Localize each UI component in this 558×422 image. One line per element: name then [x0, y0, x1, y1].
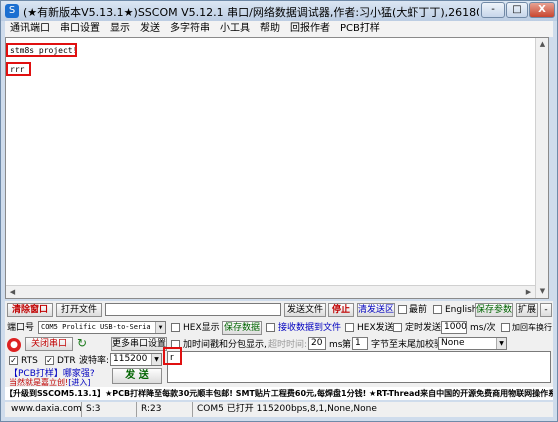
chevron-down-icon[interactable]: ▼	[155, 322, 165, 333]
menu-multi-string[interactable]: 多字符串	[165, 21, 215, 36]
minimize-button[interactable]: -	[481, 2, 505, 18]
timeout-label: 超时时间:	[268, 340, 308, 350]
stop-button[interactable]: 停止	[328, 303, 354, 317]
interval-input[interactable]: 1000	[441, 321, 467, 334]
checksum-value: None	[441, 338, 465, 348]
promo-text: 当然就是嘉立创!	[9, 378, 69, 387]
highlight-box	[6, 43, 77, 57]
baud-select[interactable]: 115200 ▼	[110, 353, 162, 366]
timestamp-label: 加时间戳和分包显示,	[183, 340, 267, 350]
scroll-down-icon[interactable]: ▼	[536, 285, 549, 298]
status-bar: www.daxia.com S:3 R:23 COM5 已打开 115200bp…	[5, 402, 553, 417]
interval-unit: ms/次	[470, 323, 496, 333]
record-icon: ●	[7, 338, 21, 352]
dtr-checkbox[interactable]: ✓	[45, 356, 54, 365]
close-button[interactable]: X	[529, 2, 555, 18]
hex-display-checkbox[interactable]	[171, 323, 180, 332]
hex-display-label: HEX显示	[183, 323, 220, 333]
open-file-button[interactable]: 打开文件	[56, 303, 102, 317]
maximize-button[interactable]: □	[506, 2, 528, 18]
timeout-unit: ms	[329, 340, 343, 350]
status-website[interactable]: www.daxia.com	[7, 402, 82, 417]
status-received: R:23	[136, 402, 161, 417]
control-panel: 清除窗口 打开文件 发送文件 停止 清发送区 最前 English 保存参数 扩…	[5, 301, 553, 387]
hex-send-label: HEX发送	[357, 323, 394, 333]
title-bar[interactable]: S (★有新版本V5.13.1★)SSCOM V5.12.1 串口/网络数据调试…	[1, 1, 557, 21]
serial-app-icon: S	[5, 4, 19, 18]
status-port: COM5 已打开 115200bps,8,1,None,None	[192, 402, 377, 417]
scroll-up-icon[interactable]: ▲	[536, 38, 549, 51]
add-crlf-label: 加回车换行	[512, 323, 552, 332]
dtr-label: DTR	[57, 356, 76, 366]
window-title: (★有新版本V5.13.1★)SSCOM V5.12.1 串口/网络数据调试器,…	[23, 6, 479, 19]
refresh-icon[interactable]: ↻	[77, 337, 87, 349]
chevron-down-icon[interactable]: ▼	[496, 338, 506, 349]
checksum-label: 字节至末尾加校验:	[371, 340, 447, 350]
highlight-box	[6, 62, 31, 76]
menu-feedback[interactable]: 回报作者	[285, 21, 335, 36]
byte-no-input[interactable]: 1	[352, 337, 368, 350]
send-input[interactable]: r	[167, 351, 551, 383]
port-value: COM5 Prolific USB-to-Seria	[41, 323, 151, 331]
port-select[interactable]: COM5 Prolific USB-to-Seria ▼	[38, 321, 166, 334]
menu-serial-settings[interactable]: 串口设置	[55, 21, 105, 36]
scroll-right-icon[interactable]: ▶	[522, 286, 535, 299]
rts-label: RTS	[21, 356, 38, 366]
menu-display[interactable]: 显示	[105, 21, 135, 36]
send-file-button[interactable]: 发送文件	[284, 303, 326, 317]
chevron-down-icon[interactable]: ▼	[151, 354, 161, 365]
add-crlf-checkbox[interactable]	[501, 323, 510, 332]
receive-area[interactable]: stm8s project! rrr ▲ ▼ ◀ ▶	[5, 37, 549, 299]
promo-line2[interactable]: 当然就是嘉立创![进入]	[9, 378, 90, 387]
menu-bar: 通讯端口 串口设置 显示 发送 多字符串 小工具 帮助 回报作者 PCB打样	[5, 21, 553, 37]
clear-window-button[interactable]: 清除窗口	[7, 303, 53, 317]
sscom-window: S (★有新版本V5.13.1★)SSCOM V5.12.1 串口/网络数据调试…	[0, 0, 558, 422]
file-path-input[interactable]	[105, 303, 281, 316]
timed-send-label: 定时发送:	[405, 323, 445, 333]
more-settings-button[interactable]: 更多串口设置	[111, 337, 167, 351]
horizontal-scrollbar[interactable]: ◀ ▶	[6, 285, 535, 298]
topmost-label: 最前	[409, 305, 428, 315]
english-label: English	[445, 305, 478, 315]
english-checkbox[interactable]	[433, 305, 442, 314]
menu-tools[interactable]: 小工具	[215, 21, 255, 36]
baud-value: 115200	[113, 354, 148, 364]
menu-pcb[interactable]: PCB打样	[335, 21, 385, 36]
vertical-scrollbar[interactable]: ▲ ▼	[535, 38, 548, 298]
menu-comm-port[interactable]: 通讯端口	[5, 21, 55, 36]
recv-to-file-label: 接收数据到文件	[278, 323, 342, 333]
clear-send-button[interactable]: 清发送区	[357, 303, 395, 317]
byte-no-label: 第	[342, 340, 352, 350]
timed-send-checkbox[interactable]	[393, 323, 402, 332]
topmost-checkbox[interactable]	[398, 305, 407, 314]
timeout-input[interactable]: 20	[308, 337, 326, 350]
expand-button[interactable]: 扩展	[516, 303, 538, 317]
highlight-box	[163, 347, 182, 365]
save-params-button[interactable]: 保存参数	[475, 303, 513, 317]
baud-label: 波特率:	[79, 356, 110, 366]
status-sent: S:3	[81, 402, 100, 417]
save-data-button[interactable]: 保存数据	[222, 321, 262, 335]
news-ticker[interactable]: 【升级到SSCOM5.13.1】★PCB打样降至每款30元顺丰包邮! SMT贴片…	[5, 387, 553, 400]
menu-send[interactable]: 发送	[135, 21, 165, 36]
collapse-button[interactable]: -	[540, 303, 552, 317]
hex-send-checkbox[interactable]	[345, 323, 354, 332]
recv-to-file-checkbox[interactable]	[266, 323, 275, 332]
scroll-left-icon[interactable]: ◀	[6, 286, 19, 299]
menu-help[interactable]: 帮助	[255, 21, 285, 36]
close-port-button[interactable]: 关闭串口	[25, 337, 73, 351]
rts-checkbox[interactable]: ✓	[9, 356, 18, 365]
send-button[interactable]: 发 送	[112, 368, 162, 384]
checksum-select[interactable]: None ▼	[438, 337, 507, 350]
port-label: 端口号	[7, 323, 35, 333]
promo-enter-link[interactable]: [进入]	[68, 378, 90, 387]
